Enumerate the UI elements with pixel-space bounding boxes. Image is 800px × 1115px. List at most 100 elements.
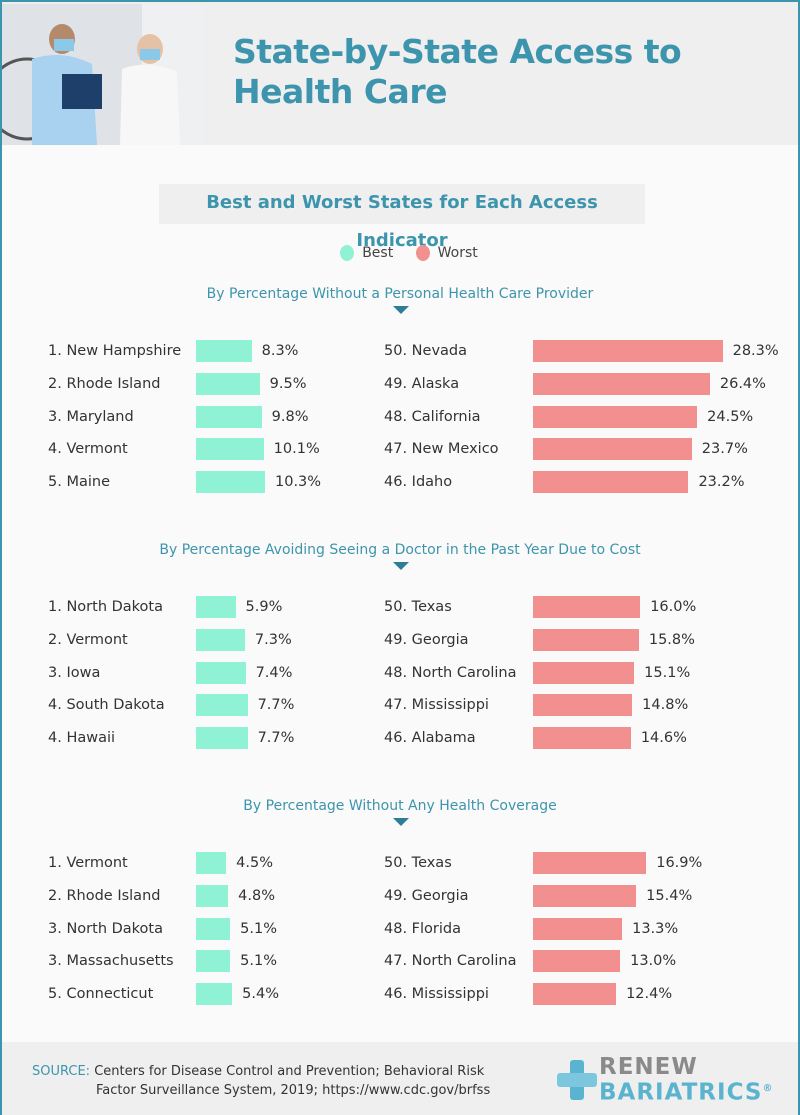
rank-number: 5.	[48, 986, 62, 1003]
state-name: New Hampshire	[66, 343, 182, 359]
bar-best	[196, 372, 260, 395]
title-line-2: Health Care	[233, 72, 447, 111]
state-name: North Dakota	[66, 599, 163, 615]
rank-number: 5.	[48, 474, 62, 491]
state-name: Alaska	[411, 375, 460, 392]
row-label: 2. Rhode Island	[48, 373, 160, 395]
state-name: Maryland	[66, 408, 134, 425]
rank-number: 47.	[384, 697, 408, 714]
rank-number: 3.	[48, 408, 62, 425]
row-label: 3. Maryland	[48, 406, 134, 428]
page-title: State-by-State Access to Health Care	[233, 32, 682, 112]
bar-best	[196, 471, 265, 494]
value-label: 13.3%	[632, 920, 679, 937]
legend: Best Worst	[2, 245, 798, 261]
value-label: 15.1%	[644, 664, 691, 681]
value-label: 4.5%	[236, 855, 273, 871]
row-label: 3. North Dakota	[48, 918, 163, 940]
state-name: Georgia	[411, 887, 469, 904]
row-label: 49. Georgia	[384, 629, 469, 651]
state-name: Florida	[411, 920, 461, 937]
rank-number: 49.	[384, 375, 408, 392]
bar-best	[196, 596, 236, 618]
value-label: 12.4%	[626, 986, 673, 1003]
legend-best-swatch	[340, 245, 355, 261]
source-line-1: Centers for Disease Control and Preventi…	[94, 1064, 485, 1079]
row-label: 47. North Carolina	[384, 950, 517, 972]
state-name: North Carolina	[411, 953, 517, 970]
bar-worst	[533, 694, 633, 717]
value-label: 28.3%	[732, 343, 779, 359]
value-label: 26.4%	[719, 375, 766, 392]
value-label: 16.9%	[656, 855, 703, 871]
bar-best	[196, 628, 245, 651]
legend-worst-swatch	[415, 245, 430, 261]
row-label: 1. Vermont	[48, 852, 128, 874]
header: State-by-State Access to Health Care	[2, 2, 798, 145]
value-label: 16.0%	[650, 599, 697, 615]
value-label: 23.2%	[698, 474, 745, 491]
registered-mark: ®	[762, 1083, 774, 1094]
state-name: Rhode Island	[66, 887, 161, 904]
row-label: 48. California	[384, 406, 481, 428]
bar-worst	[533, 372, 710, 395]
value-label: 5.9%	[245, 599, 283, 615]
rank-number: 50.	[384, 855, 408, 871]
chart-subtitle: Best and Worst States for Each Access In…	[159, 184, 645, 251]
value-label: 7.7%	[257, 730, 295, 747]
state-name: North Dakota	[66, 920, 163, 937]
rank-number: 49.	[384, 887, 408, 904]
rank-number: 2.	[48, 375, 62, 392]
bar-worst	[533, 471, 689, 494]
rank-number: 48.	[384, 664, 408, 681]
bar-best	[196, 438, 264, 461]
rank-number: 4.	[48, 697, 62, 714]
value-label: 15.4%	[646, 887, 693, 904]
state-name: Alabama	[411, 730, 476, 747]
bar-worst	[533, 661, 635, 684]
rank-number: 50.	[384, 599, 408, 615]
state-name: Idaho	[411, 474, 453, 491]
value-label: 5.1%	[240, 920, 277, 937]
row-label: 3. Massachusetts	[48, 950, 174, 972]
state-name: Mississippi	[411, 986, 489, 1003]
row-label: 2. Rhode Island	[48, 885, 160, 907]
bar-worst	[533, 727, 631, 750]
rank-number: 46.	[384, 474, 408, 491]
rank-number: 46.	[384, 986, 408, 1003]
row-label: 3. Iowa	[48, 662, 100, 684]
value-label: 5.1%	[240, 953, 277, 970]
value-label: 7.7%	[257, 697, 295, 714]
source-note: SOURCE: Centers for Disease Control and …	[32, 1062, 490, 1100]
logo-text-bariatrics: BARIATRICS	[599, 1079, 763, 1106]
row-label: 48. North Carolina	[384, 662, 517, 684]
state-name: Rhode Island	[66, 375, 161, 392]
row-label: 50. Nevada	[384, 340, 467, 362]
row-label: 50. Texas	[384, 852, 452, 874]
bar-best	[196, 727, 248, 750]
rank-number: 47.	[384, 953, 408, 970]
row-label: 2. Vermont	[48, 629, 128, 651]
value-label: 15.8%	[648, 631, 695, 648]
rank-number: 1.	[48, 599, 62, 615]
source-label: SOURCE:	[32, 1064, 91, 1079]
state-name: Iowa	[66, 664, 101, 681]
state-name: New Mexico	[411, 441, 499, 458]
bar-worst	[533, 983, 617, 1006]
row-label: 1. North Dakota	[48, 596, 163, 618]
value-label: 7.3%	[254, 631, 292, 648]
value-label: 8.3%	[261, 343, 299, 359]
bar-worst	[533, 628, 639, 651]
bar-worst	[533, 405, 698, 428]
row-label: 4. Hawaii	[48, 727, 115, 749]
rank-number: 3.	[48, 953, 62, 970]
source-line-2: Factor Surveillance System, 2019; https:…	[96, 1083, 491, 1098]
row-label: 46. Alabama	[384, 727, 476, 749]
state-name: Connecticut	[66, 986, 154, 1003]
bar-best	[196, 852, 227, 874]
rank-number: 47.	[384, 441, 408, 458]
row-label: 1. New Hampshire	[48, 340, 181, 362]
state-name: Maine	[66, 474, 110, 491]
bar-best	[196, 661, 246, 684]
rank-number: 49.	[384, 631, 408, 648]
